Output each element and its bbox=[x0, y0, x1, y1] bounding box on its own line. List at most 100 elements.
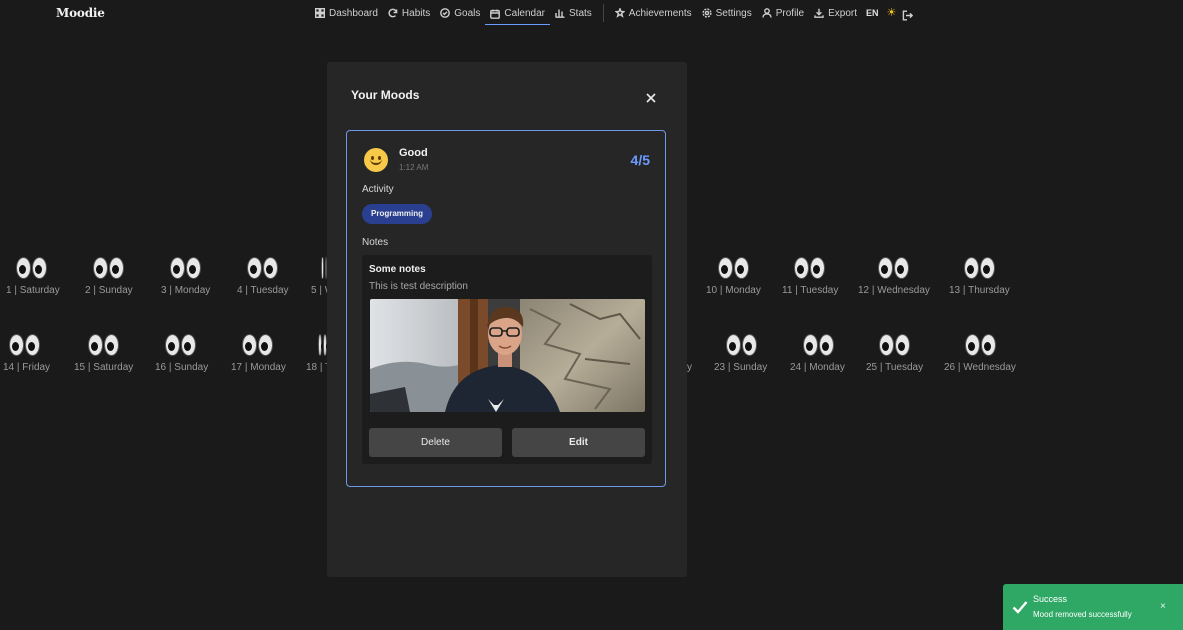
delete-button[interactable]: Delete bbox=[369, 428, 502, 457]
mood-eyes-icon bbox=[965, 334, 1034, 360]
main-nav: Dashboard Habits Goals Calendar Stats Ac… bbox=[310, 0, 914, 26]
day-label: 17 | Monday bbox=[231, 362, 286, 373]
logout-icon bbox=[903, 10, 914, 20]
mood-eyes-icon bbox=[88, 334, 154, 360]
day-label: 14 | Friday bbox=[3, 362, 51, 373]
mood-eyes-icon bbox=[247, 257, 317, 283]
calendar-day[interactable]: 23 | Sunday bbox=[714, 334, 794, 373]
day-label: 15 | Saturday bbox=[74, 362, 134, 373]
day-label: 3 | Monday bbox=[161, 285, 211, 296]
notes-box: Some notes This is test description Dele… bbox=[362, 255, 652, 464]
calendar-icon bbox=[490, 9, 501, 19]
mood-eyes-icon bbox=[165, 334, 235, 360]
brand-logo[interactable]: Moodie bbox=[56, 6, 105, 20]
day-label: 10 | Monday bbox=[706, 285, 761, 296]
nav-stats[interactable]: Stats bbox=[550, 2, 597, 24]
sun-icon[interactable]: ☀ bbox=[887, 7, 897, 19]
nav-stats-label: Stats bbox=[569, 7, 592, 19]
nav-profile-label: Profile bbox=[775, 7, 805, 19]
mood-eyes-icon bbox=[93, 257, 165, 283]
calendar-day[interactable]: 13 | Thursday bbox=[949, 257, 1039, 296]
gear-icon bbox=[702, 8, 712, 18]
day-label: 24 | Monday bbox=[790, 362, 845, 373]
nav-habits-label: Habits bbox=[401, 7, 431, 19]
stats-icon bbox=[555, 9, 565, 18]
nav-profile[interactable]: Profile bbox=[757, 2, 809, 24]
calendar-day[interactable]: 3 | Monday bbox=[161, 257, 241, 296]
language-switch[interactable]: EN bbox=[866, 8, 879, 18]
calendar-day[interactable]: 14 | Friday bbox=[3, 334, 83, 373]
calendar-day[interactable]: 25 | Tuesday bbox=[866, 334, 946, 373]
calendar-day[interactable]: 1 | Saturday bbox=[6, 257, 86, 296]
smiley-face-icon bbox=[364, 148, 388, 172]
nav-export-label: Export bbox=[828, 7, 858, 19]
toast-close-button[interactable]: × bbox=[1160, 601, 1166, 612]
day-label: 25 | Tuesday bbox=[866, 362, 924, 373]
calendar-day[interactable]: 5 | W bbox=[311, 257, 327, 296]
mood-eyes-icon bbox=[16, 257, 86, 283]
nav-habits[interactable]: Habits bbox=[383, 2, 435, 24]
day-label: 2 | Sunday bbox=[85, 285, 133, 296]
nav-settings-label: Settings bbox=[715, 7, 752, 19]
nav-goals-label: Goals bbox=[454, 7, 481, 19]
calendar-day[interactable]: 26 | Wednesday bbox=[944, 334, 1034, 373]
mood-entry-card: Good 1:12 AM 4/5 Activity Programming No… bbox=[346, 130, 666, 487]
day-label: 1 | Saturday bbox=[6, 285, 60, 296]
mood-name: Good bbox=[399, 147, 428, 159]
nav-achievements[interactable]: Achievements bbox=[610, 2, 697, 24]
mood-eyes-icon bbox=[242, 334, 311, 360]
achievements-icon bbox=[614, 8, 625, 18]
mood-eyes-icon bbox=[318, 334, 327, 360]
day-label: 26 | Wednesday bbox=[944, 362, 1016, 373]
mood-eyes-icon bbox=[726, 334, 794, 360]
calendar-day[interactable]: 11 | Tuesday bbox=[782, 257, 862, 296]
notes-label: Notes bbox=[362, 237, 389, 248]
day-label: 23 | Sunday bbox=[714, 362, 768, 373]
calendar-day[interactable]: 17 | Monday bbox=[231, 334, 311, 373]
calendar-day[interactable]: 10 | Monday bbox=[706, 257, 786, 296]
mood-eyes-icon bbox=[718, 257, 786, 283]
mood-score: 4/5 bbox=[630, 152, 650, 168]
calendar-day[interactable]: 2 | Sunday bbox=[85, 257, 165, 296]
mood-eyes-icon bbox=[964, 257, 1039, 283]
top-navbar: Moodie Dashboard Habits Goals Calendar S… bbox=[0, 0, 1183, 26]
nav-divider bbox=[602, 4, 604, 22]
success-toast: Success Mood removed successfully × bbox=[1003, 584, 1183, 630]
calendar-day[interactable]: y bbox=[687, 334, 707, 373]
calendar-day[interactable]: 12 | Wednesday bbox=[858, 257, 948, 296]
day-label: 12 | Wednesday bbox=[858, 285, 930, 296]
nav-dashboard[interactable]: Dashboard bbox=[310, 2, 383, 24]
calendar-day[interactable]: 15 | Saturday bbox=[74, 334, 154, 373]
note-title: Some notes bbox=[369, 264, 426, 275]
nav-settings[interactable]: Settings bbox=[697, 2, 757, 24]
activity-chip: Programming bbox=[362, 204, 433, 224]
close-button[interactable] bbox=[643, 90, 659, 106]
calendar-day[interactable]: 16 | Sunday bbox=[155, 334, 235, 373]
download-icon bbox=[814, 8, 824, 18]
note-photo-image bbox=[370, 299, 645, 412]
day-label: 16 | Sunday bbox=[155, 362, 209, 373]
user-icon bbox=[762, 8, 772, 18]
nav-export[interactable]: Export bbox=[809, 2, 862, 24]
nav-calendar[interactable]: Calendar bbox=[485, 4, 550, 25]
mood-eyes-icon bbox=[878, 257, 948, 283]
moods-modal: Your Moods Good 1:12 AM 4/5 Activity Pro… bbox=[327, 62, 687, 577]
nav-goals[interactable]: Goals bbox=[435, 2, 485, 24]
nav-calendar-label: Calendar bbox=[504, 8, 545, 19]
edit-button[interactable]: Edit bbox=[512, 428, 645, 457]
nav-achievements-label: Achievements bbox=[628, 7, 692, 19]
mood-eyes-icon bbox=[794, 257, 862, 283]
logout-button[interactable] bbox=[902, 8, 914, 20]
mood-eyes-icon bbox=[9, 334, 83, 360]
activity-label: Activity bbox=[362, 184, 394, 195]
toast-message: Mood removed successfully bbox=[1033, 610, 1132, 619]
day-label: 4 | Tuesday bbox=[237, 285, 289, 296]
toast-title: Success bbox=[1033, 594, 1068, 604]
check-icon bbox=[1012, 600, 1028, 614]
calendar-day[interactable]: 18 | T bbox=[306, 334, 327, 373]
day-label: y bbox=[687, 362, 692, 373]
calendar-day[interactable]: 24 | Monday bbox=[790, 334, 870, 373]
note-photo[interactable] bbox=[370, 299, 645, 412]
modal-title: Your Moods bbox=[351, 88, 420, 102]
calendar-day[interactable]: 4 | Tuesday bbox=[237, 257, 317, 296]
